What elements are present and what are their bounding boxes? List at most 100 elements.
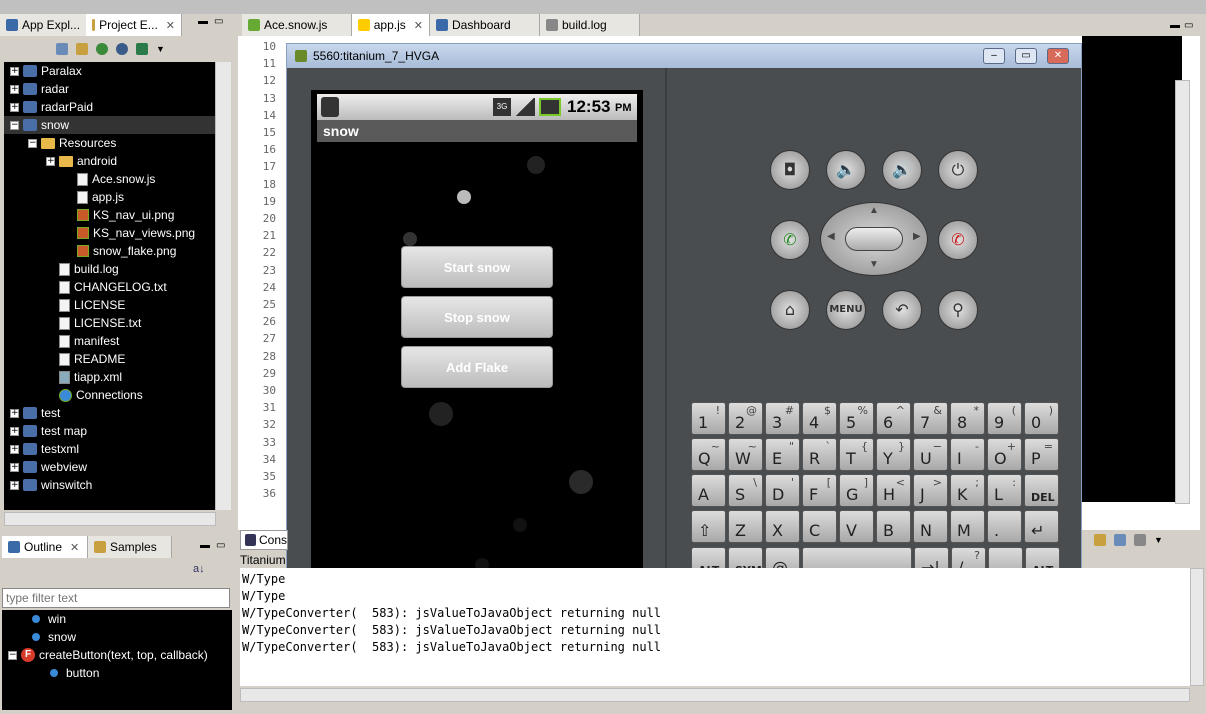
tree-item[interactable]: LICENSE — [46, 296, 125, 314]
sort-icon[interactable]: a↓ — [193, 563, 205, 575]
tree-scrollbar[interactable] — [215, 62, 231, 510]
editor-tab-1[interactable]: app.js ✕ — [352, 14, 430, 36]
link-editor-icon[interactable] — [76, 43, 88, 55]
key[interactable]: 7 & — [913, 402, 948, 435]
outline-tab-1[interactable]: Samples — [88, 536, 172, 558]
expand-icon[interactable]: + — [10, 102, 19, 112]
tree-item[interactable]: + android — [46, 152, 117, 170]
home-icon[interactable]: ⌂ — [770, 290, 810, 330]
dpad-center[interactable] — [845, 227, 903, 251]
minimize-icon[interactable]: ▬ — [198, 16, 208, 27]
tree-item[interactable]: KS_nav_ui.png — [64, 206, 174, 224]
key[interactable]: 5% — [839, 402, 874, 435]
editor-tab-0[interactable]: Ace.snow.js — [242, 14, 352, 36]
tree-item[interactable]: Ace.snow.js — [64, 170, 155, 188]
tree-item[interactable]: manifest — [46, 332, 119, 350]
add-flake-button[interactable]: Add Flake — [401, 346, 553, 388]
key[interactable]: W ~ — [728, 438, 763, 471]
key[interactable]: A — [691, 474, 726, 507]
console-tab[interactable]: Cons — [240, 530, 288, 550]
key[interactable]: 6 ^ — [876, 402, 911, 435]
tree-item[interactable]: + winswitch — [10, 476, 92, 494]
tree-item[interactable]: snow_flake.png — [64, 242, 176, 260]
close-icon[interactable]: ✕ — [414, 19, 423, 32]
dpad-right-icon[interactable]: ▶ — [913, 231, 921, 242]
close-icon[interactable]: ✕ — [70, 541, 79, 554]
expand-icon[interactable]: + — [10, 408, 19, 418]
menu-button[interactable]: MENU — [826, 290, 866, 330]
expand-icon[interactable]: + — [10, 426, 19, 436]
key[interactable]: Q ~ — [691, 438, 726, 471]
key[interactable]: 3 # — [765, 402, 800, 435]
volume-up-icon[interactable]: 🔊 — [882, 150, 922, 190]
key[interactable]: P = — [1024, 438, 1059, 471]
package-icon[interactable] — [136, 43, 148, 55]
collapse-icon[interactable]: − — [8, 650, 17, 660]
expand-icon[interactable]: + — [46, 156, 55, 166]
key[interactable]: ⇧ — [691, 510, 726, 543]
tree-item[interactable]: Connections — [46, 386, 143, 404]
expand-icon[interactable]: + — [10, 84, 19, 94]
key[interactable]: J > — [913, 474, 948, 507]
key[interactable]: DEL — [1024, 474, 1059, 507]
tree-item[interactable]: CHANGELOG.txt — [46, 278, 167, 296]
tree-item[interactable]: LICENSE.txt — [46, 314, 141, 332]
expand-icon[interactable]: + — [10, 66, 19, 76]
dpad-down-icon[interactable]: ▼ — [869, 259, 879, 270]
tree-hscrollbar[interactable] — [4, 512, 216, 526]
console-menu-icon[interactable]: ▼ — [1154, 535, 1163, 545]
stop-snow-button[interactable]: Stop snow — [401, 296, 553, 338]
start-snow-button[interactable]: Start snow — [401, 246, 553, 288]
restore-button[interactable]: ▭ — [1015, 48, 1037, 64]
key[interactable]: 9( — [987, 402, 1022, 435]
minimize-icon[interactable]: ▬ — [200, 540, 210, 551]
outline-item[interactable]: − FcreateButton(text, top, callback) — [8, 646, 208, 664]
tree-item[interactable]: − snow — [10, 116, 69, 134]
key[interactable]: V — [839, 510, 874, 543]
key[interactable]: 2 @ — [728, 402, 763, 435]
power-icon[interactable]: ⏻ — [938, 150, 978, 190]
close-icon[interactable]: ✕ — [166, 19, 175, 32]
dpad-up-icon[interactable]: ▲ — [869, 205, 879, 216]
view-menu-icon[interactable]: ▼ — [156, 44, 165, 54]
key[interactable]: L: — [987, 474, 1022, 507]
open-console-icon[interactable] — [1134, 534, 1146, 546]
camera-icon[interactable]: ◘ — [770, 150, 810, 190]
key[interactable]: G] — [839, 474, 874, 507]
key[interactable]: M — [950, 510, 985, 543]
tree-item[interactable]: + testxml — [10, 440, 79, 458]
expand-icon[interactable]: + — [10, 444, 19, 454]
editor-vscrollbar[interactable] — [1175, 80, 1190, 504]
search-icon[interactable]: ⚲ — [938, 290, 978, 330]
key[interactable]: B — [876, 510, 911, 543]
editor-tab-3[interactable]: build.log — [540, 14, 640, 36]
run-icon[interactable] — [96, 43, 108, 55]
console-hscrollbar[interactable] — [240, 688, 1190, 702]
minimize-icon[interactable]: ▬ — [1170, 20, 1180, 31]
collapse-icon[interactable]: − — [28, 138, 37, 148]
maximize-icon[interactable]: ▭ — [1184, 20, 1193, 31]
console-vscrollbar[interactable] — [1190, 568, 1204, 686]
outline-item[interactable]: win — [32, 610, 66, 628]
tree-item[interactable]: + radarPaid — [10, 98, 93, 116]
call-icon[interactable]: ✆ — [770, 220, 810, 260]
tree-item[interactable]: KS_nav_views.png — [64, 224, 195, 242]
maximize-icon[interactable]: ▭ — [214, 16, 223, 27]
collapse-icon[interactable]: − — [10, 120, 19, 130]
key[interactable]: I- — [950, 438, 985, 471]
debug-icon[interactable] — [116, 43, 128, 55]
key[interactable]: C — [802, 510, 837, 543]
key[interactable]: 8 * — [950, 402, 985, 435]
display-console-icon[interactable] — [1114, 534, 1126, 546]
pin-console-icon[interactable] — [1094, 534, 1106, 546]
key[interactable]: N — [913, 510, 948, 543]
outline-filter-input[interactable] — [2, 588, 230, 608]
tree-item[interactable]: + Paralax — [10, 62, 82, 80]
outline-tab-0[interactable]: Outline ✕ — [2, 536, 88, 558]
maximize-icon[interactable]: ▭ — [216, 540, 225, 551]
tree-item[interactable]: + test map — [10, 422, 87, 440]
key[interactable]: S \ — [728, 474, 763, 507]
expand-icon[interactable]: + — [10, 462, 19, 472]
tree-item[interactable]: + webview — [10, 458, 87, 476]
key[interactable]: ↵ — [1024, 510, 1059, 543]
